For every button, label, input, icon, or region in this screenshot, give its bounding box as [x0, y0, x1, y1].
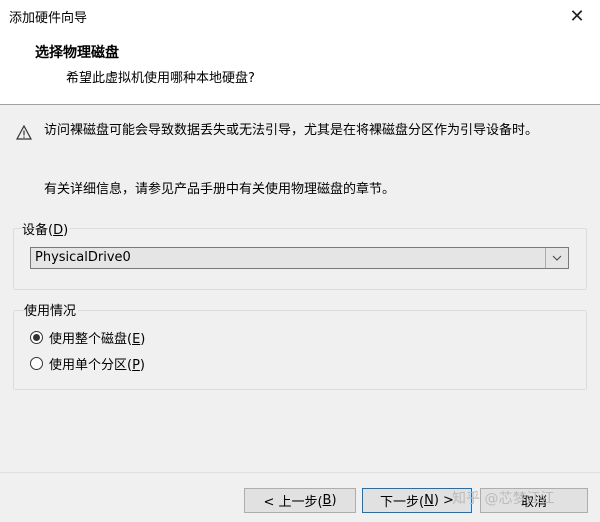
radio-single-partition[interactable]: 使用单个分区(P) [30, 354, 145, 373]
radio-entire-disk[interactable]: 使用整个磁盘(E) [30, 328, 145, 347]
title-bar: 添加硬件向导 ✕ [0, 0, 600, 32]
device-select-value: PhysicalDrive0 [35, 250, 131, 265]
page-title: 选择物理磁盘 [35, 45, 119, 61]
chevron-down-icon[interactable] [545, 248, 568, 268]
usage-group [13, 310, 587, 390]
device-group-label: 设备(D) [22, 219, 71, 238]
close-icon: ✕ [569, 5, 585, 27]
wizard-header: 选择物理磁盘 希望此虚拟机使用哪种本地硬盘? [0, 32, 600, 105]
warning-text: 访问裸磁盘可能会导致数据丢失或无法引导，尤其是在将裸磁盘分区作为引导设备时。 [44, 123, 539, 138]
footer-divider [0, 472, 600, 473]
window-title: 添加硬件向导 [9, 11, 88, 26]
usage-group-label: 使用情况 [24, 300, 79, 319]
device-select[interactable]: PhysicalDrive0 [30, 247, 569, 269]
next-button[interactable]: 下一步(N) > [362, 488, 472, 513]
back-button[interactable]: < 上一步(B) [244, 488, 356, 513]
info-text: 有关详细信息，请参见产品手册中有关使用物理磁盘的章节。 [44, 182, 396, 197]
radio-label: 使用单个分区(P) [49, 358, 145, 373]
radio-button[interactable] [30, 331, 43, 344]
page-subtitle: 希望此虚拟机使用哪种本地硬盘? [66, 71, 255, 86]
radio-label: 使用整个磁盘(E) [49, 332, 146, 347]
cancel-button[interactable]: 取消 [480, 488, 588, 513]
close-button[interactable]: ✕ [554, 0, 600, 32]
warning-icon [16, 125, 32, 140]
radio-button[interactable] [30, 357, 43, 370]
